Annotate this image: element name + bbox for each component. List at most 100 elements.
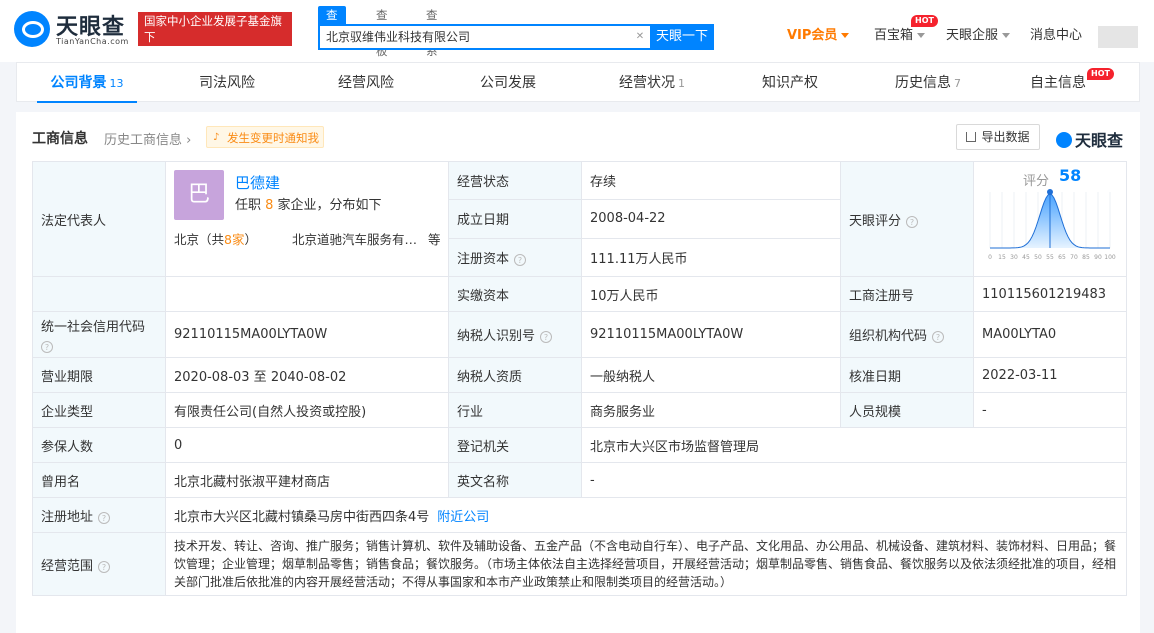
enterprise-menu[interactable]: 天眼企服 bbox=[946, 27, 1011, 45]
search-tab-relation[interactable]: 查关系 bbox=[426, 6, 438, 58]
company-type-value: 有限责任公司(自然人投资或控股) bbox=[165, 392, 449, 428]
credit-code-value: 92110115MA00LYTA0W bbox=[165, 311, 449, 358]
tab-label: 知识产权 bbox=[762, 75, 818, 91]
panel-title: 工商信息 bbox=[32, 131, 88, 147]
staff-size-value: - bbox=[973, 392, 1127, 428]
watermark-text: 天眼查 bbox=[1075, 131, 1124, 150]
search-box: ✕ 天眼一下 bbox=[318, 24, 714, 50]
treasure-label: 百宝箱 bbox=[874, 28, 914, 43]
score-label: 天眼评分 bbox=[849, 213, 902, 229]
scope-value: 技术开发、转让、咨询、推广服务；销售计算机、软件及辅助设备、五金产品（不含电动自… bbox=[165, 532, 1127, 596]
help-icon[interactable]: ? bbox=[540, 331, 553, 343]
status-value: 存续 bbox=[581, 160, 841, 201]
hot-badge: HOT bbox=[1087, 68, 1114, 80]
score-widget[interactable]: 评分 58 0 15 30 45 50 55 65 70 85 90 100 bbox=[980, 166, 1120, 266]
search-input[interactable] bbox=[326, 26, 636, 48]
tab-development[interactable]: 公司发展 bbox=[463, 63, 553, 103]
legal-rep-company[interactable]: 北京道驰汽车服务有限公司 bbox=[292, 229, 422, 248]
scope-label: 经营范围 bbox=[41, 558, 94, 574]
former-name-label: 曾用名 bbox=[32, 462, 166, 498]
tab-business-risk[interactable]: 经营风险 bbox=[321, 63, 411, 103]
legal-rep-card: 巴 巴德建 任职 8 家企业，分布如下 北京（共8家） 北京道驰汽车服务有限公司… bbox=[174, 170, 441, 276]
tab-company-background[interactable]: 公司背景 13 bbox=[37, 63, 137, 103]
legal-rep-cell-cont bbox=[165, 276, 449, 312]
company-type-label: 企业类型 bbox=[32, 392, 166, 428]
notify-change-button[interactable]: 发生变更时通知我 bbox=[206, 126, 324, 149]
tab-judicial-risk[interactable]: 司法风险 bbox=[182, 63, 272, 103]
gov-badge[interactable]: 国家中小企业发展子基金旗下 官方备案企业征信机构 bbox=[138, 12, 292, 60]
download-icon bbox=[966, 132, 977, 142]
address-label-cell: 注册地址? bbox=[32, 497, 166, 533]
former-name-value: 北京北藏村张淑平建材商店 bbox=[165, 462, 449, 498]
tab-label: 自主信息 bbox=[1030, 75, 1086, 91]
logo[interactable]: 天眼查 TianYanCha.com bbox=[14, 9, 132, 49]
logo-domain: TianYanCha.com bbox=[56, 37, 129, 46]
region-prefix: 北京（共 bbox=[174, 232, 225, 247]
section-tabs: 公司背景 13 司法风险 经营风险 公司发展 经营状况 1 知识产权 历史信息 7 自… bbox=[16, 62, 1140, 103]
search-tab-company[interactable]: 查公司 bbox=[318, 6, 346, 58]
score-axis-label: 50 bbox=[1034, 254, 1042, 261]
credit-code-label-cell: 统一社会信用代码? bbox=[32, 311, 166, 358]
english-name-label: 英文名称 bbox=[448, 462, 582, 498]
chevron-down-icon bbox=[917, 33, 926, 38]
found-date-value: 2008-04-22 bbox=[581, 199, 841, 239]
reg-no-label: 工商注册号 bbox=[840, 276, 974, 312]
reg-capital-value: 111.11万人民币 bbox=[581, 237, 841, 278]
nearby-companies-link[interactable]: 附近公司 bbox=[437, 510, 489, 525]
term-label: 营业期限 bbox=[32, 357, 166, 393]
user-avatar[interactable] bbox=[1098, 26, 1138, 48]
score-axis-label: 30 bbox=[1010, 254, 1018, 261]
region-count[interactable]: 8家 bbox=[224, 232, 244, 247]
vip-menu[interactable]: VIP会员 bbox=[787, 27, 850, 45]
chevron-right-icon: › bbox=[186, 133, 192, 148]
tab-history[interactable]: 历史信息 7 bbox=[883, 63, 973, 103]
search-tab-boss[interactable]: 查老板 bbox=[376, 6, 388, 58]
region-suffix: ） bbox=[244, 232, 257, 247]
score-axis-label: 0 bbox=[988, 254, 992, 261]
insured-value: 0 bbox=[165, 427, 449, 463]
gov-badge-line1: 国家中小企业发展子基金旗下 bbox=[144, 14, 282, 44]
business-info-table: 法定代表人 巴 巴德建 任职 8 家企业，分布如下 北京（共8家） 北京道驰汽车… bbox=[32, 160, 1127, 596]
tab-operations[interactable]: 经营状况 1 bbox=[607, 63, 697, 103]
tab-count: 7 bbox=[954, 77, 961, 90]
reg-no-value: 110115601219483 bbox=[973, 276, 1127, 312]
tax-id-label: 纳税人识别号 bbox=[457, 329, 536, 344]
help-icon[interactable]: ? bbox=[98, 511, 111, 524]
score-axis-label: 70 bbox=[1070, 254, 1078, 261]
tax-id-value: 92110115MA00LYTA0W bbox=[581, 311, 841, 358]
export-button[interactable]: 导出数据 bbox=[956, 124, 1040, 150]
authority-value: 北京市大兴区市场监督管理局 bbox=[581, 427, 1127, 463]
org-code-label-cell: 组织机构代码? bbox=[840, 311, 974, 358]
score-cell: 评分 58 0 15 30 45 50 55 65 70 85 90 100 bbox=[973, 161, 1127, 277]
help-icon[interactable]: ? bbox=[932, 331, 945, 343]
approve-date-label: 核准日期 bbox=[840, 357, 974, 393]
reg-capital-label-cell: 注册资本? bbox=[448, 237, 582, 278]
status-label: 经营状态 bbox=[448, 160, 582, 201]
history-business-link[interactable]: 历史工商信息 › bbox=[104, 129, 191, 148]
tab-label: 公司背景 bbox=[50, 75, 107, 91]
treasure-menu[interactable]: 百宝箱 bbox=[874, 27, 926, 45]
found-date-label: 成立日期 bbox=[448, 199, 582, 239]
search-button[interactable]: 天眼一下 bbox=[650, 24, 714, 50]
scope-label-cell: 经营范围? bbox=[32, 532, 166, 596]
reg-capital-label: 注册资本 bbox=[457, 251, 510, 267]
chevron-down-icon bbox=[1002, 33, 1011, 38]
messages-link[interactable]: 消息中心 bbox=[1030, 27, 1082, 45]
export-label: 导出数据 bbox=[981, 130, 1030, 144]
help-icon[interactable]: ? bbox=[41, 341, 53, 353]
vip-label: VIP会员 bbox=[787, 28, 838, 43]
help-icon[interactable]: ? bbox=[906, 215, 919, 228]
help-icon[interactable]: ? bbox=[514, 253, 527, 266]
score-axis-label: 85 bbox=[1082, 254, 1090, 261]
tab-label: 历史信息 bbox=[895, 75, 951, 91]
avatar[interactable]: 巴 bbox=[174, 170, 224, 220]
score-axis-label: 100 bbox=[1104, 254, 1116, 261]
help-icon[interactable]: ? bbox=[98, 560, 111, 573]
tab-count: 13 bbox=[109, 77, 124, 90]
history-label: 历史工商信息 bbox=[104, 133, 183, 148]
legal-rep-name[interactable]: 巴德建 bbox=[235, 172, 280, 193]
clear-icon[interactable]: ✕ bbox=[632, 29, 648, 45]
enterprise-label: 天眼企服 bbox=[946, 28, 999, 43]
legal-rep-label-cont bbox=[32, 276, 166, 312]
tab-ip[interactable]: 知识产权 bbox=[745, 63, 835, 103]
